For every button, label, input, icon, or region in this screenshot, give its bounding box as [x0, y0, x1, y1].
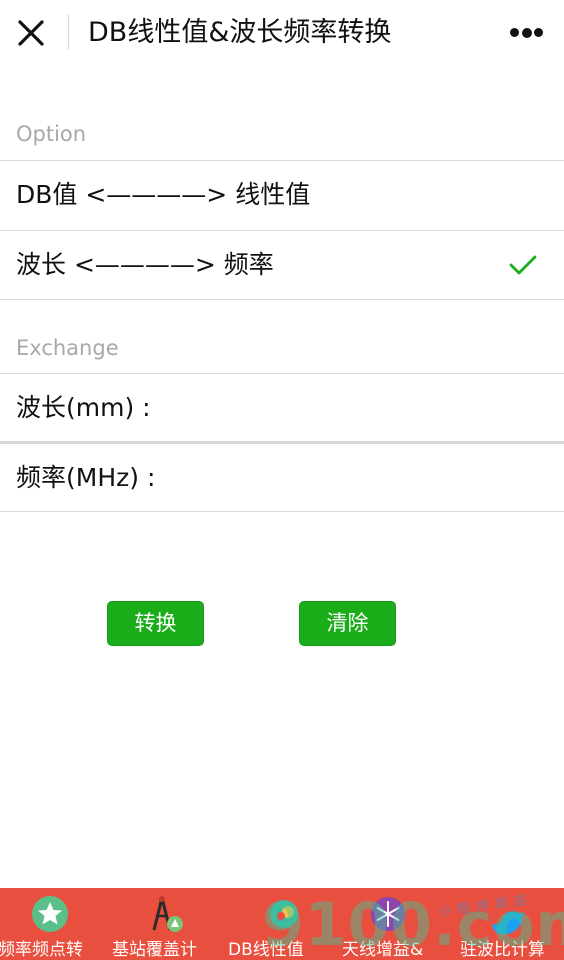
tab-db-linear[interactable]: DB线性值	[224, 888, 328, 960]
snowflake-icon	[371, 897, 405, 931]
tab-label: 天线增益&	[342, 940, 424, 960]
tab-vswr[interactable]: 驻波比计算	[452, 888, 564, 960]
convert-button[interactable]: 转换	[107, 601, 204, 646]
option-section-label: Option	[16, 122, 87, 146]
more-dots-icon	[510, 28, 519, 37]
more-button[interactable]	[504, 18, 548, 48]
clear-button[interactable]: 清除	[299, 601, 396, 646]
star-icon	[32, 896, 68, 932]
header-bar: DB线性值&波长频率转换	[0, 0, 564, 66]
frequency-input[interactable]	[180, 458, 540, 498]
tab-antenna-gain[interactable]: 天线增益&	[338, 888, 442, 960]
frequency-field-row: 频率(MHz) :	[0, 444, 564, 512]
close-icon	[18, 20, 44, 46]
tower-icon	[152, 896, 183, 932]
more-dot	[534, 28, 543, 37]
checkmark-icon	[509, 255, 537, 275]
tab-base-station[interactable]: 基站覆盖计	[110, 888, 214, 960]
wavelength-input[interactable]	[180, 388, 540, 428]
page-title: DB线性值&波长频率转换	[88, 17, 392, 48]
app-screen: DB线性值&波长频率转换 Option DB值 <————> 线性值 波长 <—…	[0, 0, 564, 960]
option-label: 波长 <————> 频率	[16, 250, 274, 279]
exchange-section-label: Exchange	[16, 336, 119, 360]
wavelength-label: 波长(mm) :	[16, 393, 151, 422]
divider	[0, 299, 564, 300]
tab-frequency[interactable]: 频率频点转	[0, 888, 104, 960]
divider	[0, 511, 564, 512]
tab-label: DB线性值	[228, 940, 304, 960]
header-divider	[68, 14, 69, 50]
tab-label: 基站覆盖计	[112, 940, 197, 960]
tab-label: 驻波比计算	[460, 940, 545, 960]
tab-label: 频率频点转	[0, 940, 83, 960]
frequency-label: 频率(MHz) :	[16, 463, 156, 492]
option-label: DB值 <————> 线性值	[16, 180, 311, 209]
close-button[interactable]	[12, 14, 50, 52]
more-dot	[522, 28, 532, 38]
option-wavelength-frequency[interactable]: 波长 <————> 频率	[0, 231, 564, 299]
option-db-linear[interactable]: DB值 <————> 线性值	[0, 161, 564, 229]
wavelength-field-row: 波长(mm) :	[0, 374, 564, 442]
bottom-tab-bar: 频率频点转 基站覆盖计 DB线性值 天线增益& 驻波比计算 9100.co	[0, 888, 564, 960]
db-icon	[270, 900, 298, 928]
